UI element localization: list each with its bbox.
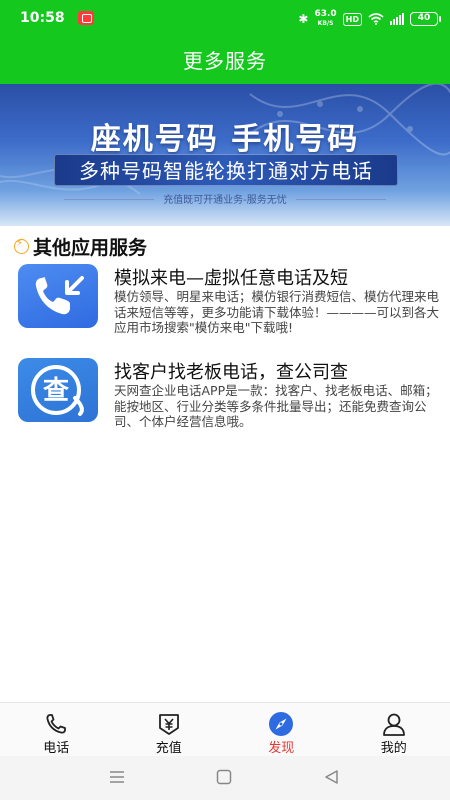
app-description: 天网查企业电话APP是一款：找客户、找老板电话、邮箱；能按地区、行业分类等多条件…: [114, 383, 438, 429]
nav-label: 电话: [43, 741, 70, 756]
app-item-fake-call[interactable]: 模拟来电—虚拟任意电话及短 模仿领导、明星来电话；模仿银行消费短信、模仿代理来电…: [16, 264, 439, 346]
bottom-nav: 电话 充值 发现 我的: [0, 702, 450, 756]
section-header: 其他应用服务: [14, 233, 147, 260]
home-icon[interactable]: [214, 768, 234, 786]
app-title: 找客户找老板电话，查公司查: [114, 362, 348, 383]
signal-icon: [390, 13, 404, 25]
status-time: 10:58: [20, 10, 65, 26]
banner-note: 充值既可开通业务-服务无忧: [163, 195, 287, 206]
network-speed-unit: KB/S: [317, 20, 334, 27]
section-title: 其他应用服务: [33, 237, 148, 259]
app-icon-tianwangcha[interactable]: 查: [18, 358, 98, 422]
yuan-icon: [158, 714, 179, 735]
banner-subtitle: 多种号码智能轮换打通对方电话: [54, 154, 398, 186]
app-icon-text: 查: [43, 376, 69, 406]
screen: 10:58 ✱ 63.0 KB/S HD 40 更多服务 座机号码 手机号码 多…: [0, 0, 450, 800]
wifi-icon: [368, 13, 384, 25]
status-indicators: ✱ 63.0 KB/S HD 40: [298, 10, 441, 28]
app-item-tianwangcha[interactable]: 查 找客户找老板电话，查公司查 天网查企业电话APP是一款：找客户、找老板电话、…: [16, 358, 438, 440]
nav-label: 我的: [380, 741, 407, 756]
promo-banner[interactable]: 座机号码 手机号码 多种号码智能轮换打通对方电话 充值既可开通业务-服务无忧: [0, 84, 450, 226]
nav-label: 发现: [268, 741, 295, 756]
compass-icon: [269, 712, 294, 736]
lightning-icon: [14, 238, 29, 254]
search-company-icon: 查: [31, 365, 84, 416]
banner-title: 座机号码 手机号码: [90, 122, 360, 157]
nav-tab-recharge[interactable]: 充值: [113, 703, 226, 756]
nav-tab-mine[interactable]: 我的: [338, 703, 450, 756]
nav-tab-phone[interactable]: 电话: [0, 703, 113, 756]
menu-icon[interactable]: [107, 768, 127, 786]
system-nav-bar: [0, 756, 450, 800]
battery-indicator: 40: [410, 12, 441, 26]
incoming-call-icon: [35, 276, 84, 315]
hd-badge: HD: [342, 12, 362, 26]
network-speed: 63.0 KB/S: [314, 10, 336, 28]
app-description: 模仿领导、明星来电话；模仿银行消费短信、模仿代理来电话来短信等等，更多功能请下载…: [114, 289, 440, 335]
nav-tab-discover[interactable]: 发现: [225, 703, 338, 756]
status-bar: 10:58 ✱ 63.0 KB/S HD 40: [0, 0, 450, 38]
back-icon[interactable]: [322, 768, 342, 786]
page-title: 更多服务: [183, 49, 267, 73]
phone-icon: [46, 714, 67, 734]
network-speed-value: 63.0: [314, 9, 337, 19]
notification-icon: [78, 11, 94, 25]
app-title: 模拟来电—虚拟任意电话及短: [114, 268, 348, 289]
app-icon-fake-call[interactable]: [18, 264, 98, 328]
nav-label: 充值: [155, 741, 182, 756]
user-icon: [382, 713, 405, 736]
bluetooth-icon: ✱: [298, 12, 309, 26]
